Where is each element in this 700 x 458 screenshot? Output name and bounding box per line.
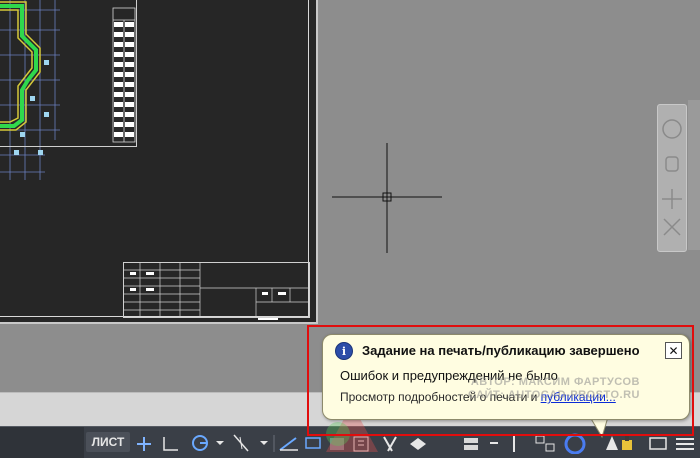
otrack-icon[interactable] (279, 437, 298, 451)
grid-icon[interactable] (134, 434, 154, 452)
clean-screen-icon[interactable] (564, 433, 586, 454)
isolate-icon[interactable] (458, 438, 498, 450)
polar-icon[interactable] (192, 435, 224, 451)
hardware-acceleration-icon[interactable] (535, 435, 555, 452)
highlight-frame (307, 325, 694, 436)
snap-icon[interactable] (163, 437, 178, 451)
navigation-tools-icon (662, 119, 682, 236)
viewport-frame (0, 0, 137, 147)
vertical-scrollbar[interactable] (688, 100, 700, 250)
crosshair-cursor-icon (332, 143, 442, 253)
customization-icon[interactable] (649, 437, 694, 450)
workspace-icon[interactable] (410, 438, 426, 450)
layout-space-button[interactable]: ЛИСТ (86, 432, 130, 452)
title-block (123, 262, 310, 318)
osnap-icon[interactable] (233, 434, 268, 452)
lineweight-icon[interactable] (305, 437, 321, 449)
layout-viewport[interactable] (0, 0, 318, 324)
status-bar-left (0, 427, 84, 458)
annotation-icon[interactable] (383, 436, 397, 452)
navigation-bar[interactable] (657, 104, 687, 252)
